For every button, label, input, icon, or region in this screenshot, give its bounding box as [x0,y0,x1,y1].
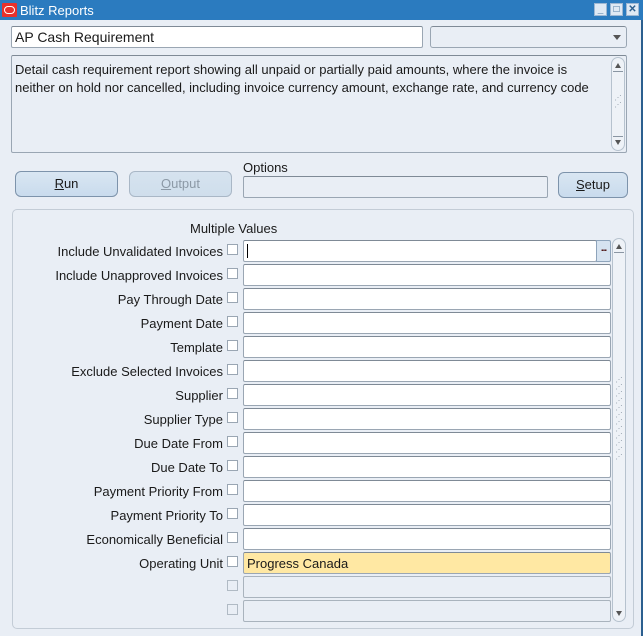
multiple-values-checkbox[interactable] [227,532,238,543]
output-mnemonic: O [160,176,172,191]
setup-label-rest: etup [584,177,610,192]
run-label-rest: un [63,176,79,191]
multiple-values-checkbox[interactable] [227,412,238,423]
parameter-field[interactable]: Progress Canada [243,552,611,574]
parameter-field[interactable] [243,336,611,358]
title-bar: Blitz Reports _ □ ✕ [0,0,643,20]
parameter-label: Payment Priority To [110,508,223,523]
multiple-values-checkbox[interactable] [227,244,238,255]
oracle-icon [2,3,17,17]
maximize-icon[interactable]: □ [610,3,623,16]
multiple-values-checkbox[interactable] [227,580,238,591]
multiple-values-header: Multiple Values [190,221,278,236]
parameter-label: Include Unvalidated Invoices [57,244,224,259]
minimize-icon[interactable]: _ [594,3,607,16]
parameter-label: Due Date To [150,460,223,475]
parameter-field[interactable] [243,312,611,334]
parameter-label: Supplier [175,388,223,403]
parameter-label: Operating Unit [139,556,223,571]
parameter-field[interactable] [243,480,611,502]
window-title: Blitz Reports [20,3,94,18]
parameters-scrollbar[interactable]: ⋰ ⋰ ⋰ ⋰ ⋰ ⋰ ⋰ ⋰ ⋰ ⋰ ⋰ ⋰ [612,238,626,622]
multiple-values-checkbox[interactable] [227,268,238,279]
scroll-down-icon[interactable] [616,611,622,616]
options-label: Options [243,160,288,175]
scroll-grip-icon[interactable]: ⋰ ⋰ [614,95,622,109]
lov-ellipsis-button[interactable]: ... [596,240,611,262]
text-cursor [247,244,248,258]
scroll-down-icon[interactable] [615,140,621,145]
options-field[interactable] [243,176,548,198]
multiple-values-checkbox[interactable] [227,484,238,495]
parameter-label: Supplier Type [143,412,223,427]
output-label-rest: utput [171,176,201,191]
parameter-field[interactable] [243,408,611,430]
parameter-field[interactable] [243,456,611,478]
multiple-values-checkbox[interactable] [227,388,238,399]
parameter-field[interactable] [243,600,611,622]
parameter-field[interactable] [243,432,611,454]
parameter-field[interactable] [243,288,611,310]
category-select[interactable] [430,26,627,48]
multiple-values-checkbox[interactable] [227,508,238,519]
multiple-values-checkbox[interactable] [227,364,238,375]
parameter-field[interactable] [243,264,611,286]
parameter-label: Payment Priority From [93,484,223,499]
multiple-values-checkbox[interactable] [227,316,238,327]
parameter-label: Template [170,340,223,355]
multiple-values-checkbox[interactable] [227,604,238,615]
scroll-divider [614,252,624,253]
setup-button[interactable]: Setup [558,172,628,198]
scroll-up-icon[interactable] [616,244,622,249]
parameter-field[interactable] [243,528,611,550]
scroll-grip-icon[interactable]: ⋰ ⋰ ⋰ ⋰ ⋰ ⋰ ⋰ ⋰ ⋰ ⋰ ⋰ ⋰ [615,377,623,461]
description-textarea[interactable]: Detail cash requirement report showing a… [11,55,627,153]
multiple-values-checkbox[interactable] [227,460,238,471]
scroll-divider [613,136,623,137]
close-icon[interactable]: ✕ [626,3,639,16]
parameter-field[interactable] [243,360,611,382]
report-name-field[interactable]: AP Cash Requirement [11,26,423,48]
parameter-label: Exclude Selected Invoices [71,364,223,379]
multiple-values-checkbox[interactable] [227,340,238,351]
scroll-up-icon[interactable] [615,63,621,68]
parameter-field[interactable] [243,576,611,598]
chevron-down-icon [613,35,621,40]
parameter-label: Pay Through Date [117,292,223,307]
parameter-field[interactable] [243,504,611,526]
parameter-value: Progress Canada [247,556,349,571]
parameter-label: Due Date From [134,436,223,451]
multiple-values-checkbox[interactable] [227,292,238,303]
parameter-field[interactable] [243,384,611,406]
description-text: Detail cash requirement report showing a… [15,62,589,95]
multiple-values-checkbox[interactable] [227,436,238,447]
report-name-value: AP Cash Requirement [15,29,155,45]
run-button[interactable]: Run [15,171,118,197]
description-scrollbar[interactable]: ⋰ ⋰ [611,57,625,151]
setup-mnemonic: S [576,177,585,192]
run-mnemonic: R [54,176,64,191]
parameter-label: Include Unapproved Invoices [55,268,223,283]
parameter-label: Payment Date [140,316,223,331]
scroll-divider [613,71,623,72]
parameter-field[interactable]: ... [243,240,611,262]
output-button[interactable]: Output [129,171,232,197]
parameter-label: Economically Beneficial [86,532,223,547]
multiple-values-checkbox[interactable] [227,556,238,567]
